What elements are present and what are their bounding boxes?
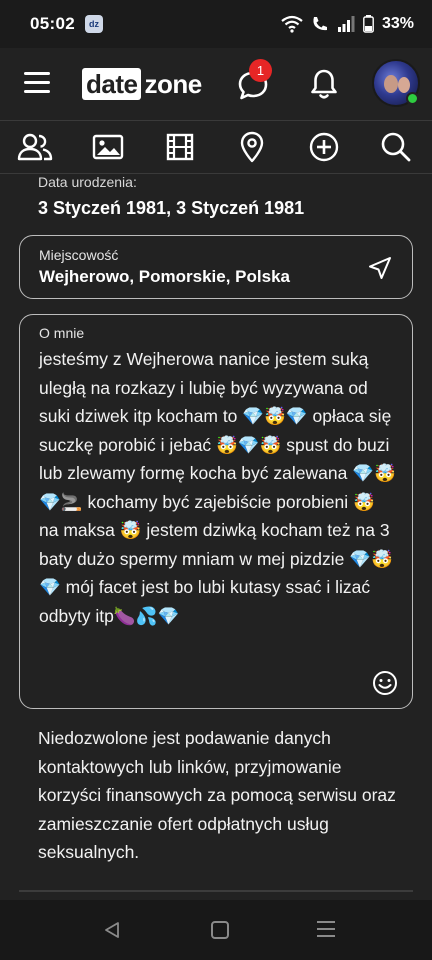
wifi-icon (281, 15, 303, 33)
logo-date-text: date (82, 68, 142, 100)
city-value: Wejherowo, Pomorskie, Polska (39, 267, 290, 286)
city-label: Miejscowość (39, 247, 119, 263)
recents-icon[interactable] (317, 921, 335, 939)
status-time: 05:02 (30, 14, 75, 33)
system-nav-bar (0, 900, 432, 960)
toolbar (0, 120, 432, 174)
divider (19, 890, 413, 892)
logo-zone-text: zone (144, 68, 202, 99)
bell-icon[interactable] (308, 67, 340, 101)
app-header: date zone (0, 48, 432, 120)
notification-badge: 1 (249, 59, 272, 82)
navigation-arrow-icon[interactable] (368, 256, 392, 280)
about-me-label: O mnie (39, 325, 85, 341)
add-circle-icon[interactable] (306, 131, 342, 163)
birth-date-label: Data urodzenia: (38, 175, 137, 190)
datezone-logo[interactable]: date zone (82, 68, 202, 100)
app-notification-icon: dz (84, 15, 103, 33)
signal-icon (337, 16, 355, 32)
image-icon[interactable] (90, 131, 126, 163)
film-icon[interactable] (162, 131, 198, 163)
online-status-indicator (406, 92, 419, 105)
home-icon[interactable] (211, 921, 229, 939)
people-icon[interactable] (17, 131, 53, 163)
back-icon[interactable] (102, 920, 122, 940)
location-pin-icon[interactable] (234, 131, 270, 163)
search-icon[interactable] (378, 131, 414, 163)
about-me-field[interactable]: O mnie jesteśmy z Wejherowa nanice jeste… (19, 314, 413, 709)
battery-percentage: 33% (381, 15, 414, 32)
birth-date-value: 3 Styczeń 1981, 3 Styczeń 1981 (38, 198, 305, 218)
battery-icon (363, 15, 374, 33)
menu-icon[interactable] (24, 72, 50, 94)
profile-content: Data urodzenia: 3 Styczeń 1981, 3 Stycze… (0, 175, 432, 900)
status-icons: 33% (281, 15, 414, 33)
smile-icon[interactable] (372, 670, 398, 696)
wifi-call-icon (313, 17, 327, 31)
status-bar: 05:02 dz 33% (0, 0, 432, 48)
rules-notice: Niedozwolone jest podawanie danych konta… (38, 728, 396, 862)
about-me-text[interactable]: jesteśmy z Wejherowa nanice jestem suką … (39, 345, 399, 630)
city-field[interactable]: Miejscowość Wejherowo, Pomorskie, Polska (19, 235, 413, 299)
